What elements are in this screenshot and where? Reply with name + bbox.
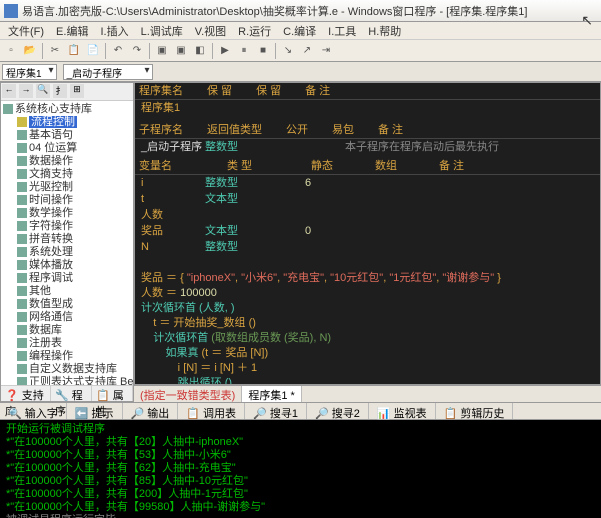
- tool-icon[interactable]: ▣: [153, 42, 171, 60]
- menu-run[interactable]: R.运行: [232, 23, 277, 39]
- tree-icon[interactable]: ⊞: [70, 84, 84, 98]
- nav-icon[interactable]: →: [19, 84, 33, 98]
- console-line: *"在100000个人里，共有【99580】人抽中-谢谢参与": [6, 501, 595, 514]
- title-bar[interactable]: 易语言.加密壳版-C:\Users\Administrator\Desktop\…: [0, 0, 601, 22]
- con-tab[interactable]: 📋 剪辑历史: [436, 403, 514, 419]
- tree-item[interactable]: 数据操作: [3, 155, 131, 168]
- tree-item[interactable]: 数据库: [3, 324, 131, 337]
- tab-props[interactable]: 📋 属性: [92, 386, 133, 401]
- tree-item[interactable]: 基本语句: [3, 129, 131, 142]
- console-line: *"在100000个人里，共有【53】人抽中-小米6": [6, 449, 595, 462]
- tree-icon[interactable]: 扌: [53, 84, 67, 98]
- cursor-icon: ↖: [581, 12, 593, 29]
- main-split: ←→🔍扌⊞ 系统核心支持库 流程控制 基本语句04 位运算数据操作文摘支持光驱控…: [0, 82, 601, 402]
- tree-item[interactable]: 注册表: [3, 337, 131, 350]
- menu-debug[interactable]: L.调试库: [135, 23, 189, 39]
- tree-item[interactable]: 系统处理: [3, 246, 131, 259]
- editor-tabs: (指定一致错类型表) 程序集1 *: [134, 385, 601, 402]
- console-line: *"在100000个人里，共有【200】人抽中-1元红包": [6, 488, 595, 501]
- tree-item[interactable]: 媒体播放: [3, 259, 131, 272]
- combo-row: 程序集1 _启动子程序: [0, 62, 601, 82]
- tool-icon[interactable]: ▣: [172, 42, 190, 60]
- var-row[interactable]: t文本型: [135, 191, 600, 207]
- menu-edit[interactable]: E.编辑: [50, 23, 94, 39]
- code-editor[interactable]: 程序集名保 留保 留备 注 程序集1 子程序名返回值类型公开易包备 注 _启动子…: [134, 82, 601, 385]
- con-tab[interactable]: 📊 监视表: [369, 403, 436, 419]
- tree-item[interactable]: 自定义数据支持库: [3, 363, 131, 376]
- undo-icon[interactable]: ↶: [109, 42, 127, 60]
- main-toolbar: ▫ 📂 ✂ 📋 📄 ↶ ↷ ▣ ▣ ◧ ▶ ⏸ ■ ↘ ↗ ⇥: [0, 40, 601, 62]
- tree-item[interactable]: 字符操作: [3, 220, 131, 233]
- app-icon: [4, 4, 18, 18]
- filter-icon[interactable]: 🔍: [36, 84, 50, 98]
- output-console[interactable]: 开始运行被调试程序 *"在100000个人里，共有【20】人抽中-iphoneX…: [0, 420, 601, 518]
- var-row[interactable]: i整数型6: [135, 175, 600, 191]
- redo-icon[interactable]: ↷: [128, 42, 146, 60]
- console-line: 开始运行被调试程序: [6, 423, 595, 436]
- menu-view[interactable]: V.视图: [189, 23, 232, 39]
- var-row[interactable]: 人数: [135, 207, 600, 223]
- paste-icon[interactable]: 📄: [84, 42, 102, 60]
- console-line: *"在100000个人里，共有【20】人抽中-iphoneX": [6, 436, 595, 449]
- proc-combo[interactable]: _启动子程序: [63, 64, 153, 80]
- cut-icon[interactable]: ✂: [46, 42, 64, 60]
- tree-item[interactable]: 网络通信: [3, 311, 131, 324]
- tree-item[interactable]: 程序调试: [3, 272, 131, 285]
- con-tab[interactable]: 🔍 输入字: [0, 403, 67, 419]
- tree-item[interactable]: 编程操作: [3, 350, 131, 363]
- tree-item[interactable]: 其他: [3, 285, 131, 298]
- library-tree[interactable]: 系统核心支持库 流程控制 基本语句04 位运算数据操作文摘支持光驱控制时间操作数…: [1, 101, 133, 385]
- con-tab[interactable]: 📋 调用表: [178, 403, 245, 419]
- con-tab[interactable]: ⬅️ 提示: [67, 403, 123, 419]
- nav-icon[interactable]: ←: [2, 84, 16, 98]
- tree-item: 流程控制: [3, 116, 131, 129]
- tree-item[interactable]: 数学操作: [3, 207, 131, 220]
- console-line: *"在100000个人里，共有【62】人抽中-充电宝": [6, 462, 595, 475]
- ed-tab[interactable]: 程序集1 *: [242, 386, 301, 402]
- tab-program[interactable]: 🔧 程序: [51, 386, 92, 401]
- new-icon[interactable]: ▫: [2, 42, 20, 60]
- tree-item[interactable]: 时间操作: [3, 194, 131, 207]
- console-line: *"在100000个人里，共有【85】人抽中-10元红包": [6, 475, 595, 488]
- con-tab[interactable]: 🔎 输出: [123, 403, 179, 419]
- menu-bar: 文件(F) E.编辑 I.插入 L.调试库 V.视图 R.运行 C.编译 I.工…: [0, 22, 601, 40]
- tree-item[interactable]: 数值型成: [3, 298, 131, 311]
- menu-compile[interactable]: C.编译: [277, 23, 322, 39]
- left-tabs: ❓ 支持库 🔧 程序 📋 属性: [1, 385, 133, 401]
- tree-item[interactable]: 拼音转换: [3, 233, 131, 246]
- menu-tools[interactable]: I.工具: [322, 23, 362, 39]
- pause-icon[interactable]: ⏸: [235, 42, 253, 60]
- con-tab[interactable]: 🔎 搜寻2: [307, 403, 369, 419]
- stop-icon[interactable]: ■: [254, 42, 272, 60]
- tree-item[interactable]: 04 位运算: [3, 142, 131, 155]
- tree-item[interactable]: 正则表达式支持库 Bela ✓: [3, 376, 131, 385]
- step-icon[interactable]: ↘: [279, 42, 297, 60]
- left-toolbar: ←→🔍扌⊞: [1, 83, 133, 101]
- ed-tab[interactable]: (指定一致错类型表): [134, 386, 242, 402]
- console-line: 被调试易程序运行完毕: [6, 514, 595, 518]
- copy-icon[interactable]: 📋: [65, 42, 83, 60]
- menu-insert[interactable]: I.插入: [94, 23, 134, 39]
- console-tabs: 🔍 输入字 ⬅️ 提示 🔎 输出 📋 调用表 🔎 搜寻1 🔎 搜寻2 📊 监视表…: [0, 402, 601, 420]
- class-combo[interactable]: 程序集1: [2, 64, 57, 80]
- run-icon[interactable]: ▶: [216, 42, 234, 60]
- tree-root: 系统核心支持库: [3, 103, 131, 116]
- open-icon[interactable]: 📂: [21, 42, 39, 60]
- con-tab[interactable]: 🔎 搜寻1: [245, 403, 307, 419]
- var-row[interactable]: N整数型: [135, 239, 600, 255]
- tree-item[interactable]: 光驱控制: [3, 181, 131, 194]
- window-title: 易语言.加密壳版-C:\Users\Administrator\Desktop\…: [22, 3, 597, 19]
- left-pane: ←→🔍扌⊞ 系统核心支持库 流程控制 基本语句04 位运算数据操作文摘支持光驱控…: [0, 82, 134, 402]
- step-icon[interactable]: ⇥: [317, 42, 335, 60]
- menu-help[interactable]: H.帮助: [362, 23, 407, 39]
- menu-file[interactable]: 文件(F): [2, 23, 50, 39]
- step-icon[interactable]: ↗: [298, 42, 316, 60]
- tree-item[interactable]: 文摘支持: [3, 168, 131, 181]
- code-body[interactable]: 奖品 ＝ { "iphoneX", "小米6", "充电宝", "10元红包",…: [135, 255, 600, 385]
- var-row[interactable]: 奖品文本型0: [135, 223, 600, 239]
- tab-support[interactable]: ❓ 支持库: [1, 386, 51, 401]
- tool-icon[interactable]: ◧: [191, 42, 209, 60]
